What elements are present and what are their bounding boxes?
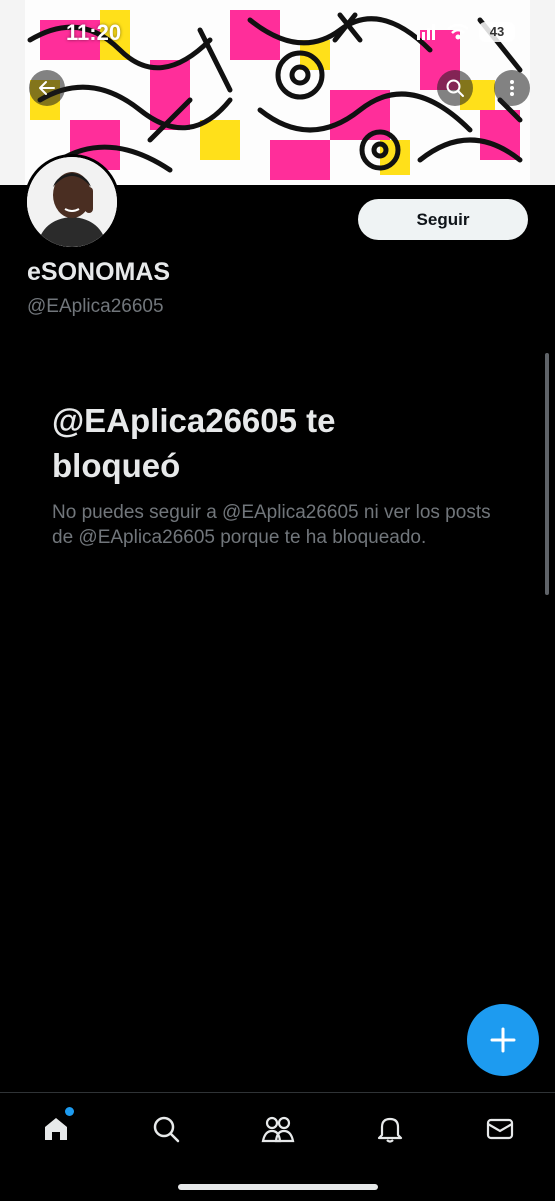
search-icon — [446, 79, 464, 97]
search-icon — [153, 1116, 180, 1143]
scrollbar[interactable] — [545, 353, 549, 595]
status-icons: 43 — [417, 22, 515, 42]
nav-messages[interactable] — [480, 1109, 520, 1149]
communities-icon — [261, 1116, 295, 1143]
compose-post-button[interactable] — [467, 1004, 539, 1076]
home-indicator — [178, 1184, 378, 1190]
nav-home[interactable] — [36, 1107, 76, 1149]
status-time: 11:20 — [66, 20, 122, 45]
avatar[interactable] — [24, 154, 120, 250]
battery-indicator: 43 — [479, 22, 515, 42]
status-bar: 11:20 43 — [0, 0, 555, 62]
unread-dot — [65, 1107, 74, 1116]
wifi-icon — [447, 24, 469, 40]
signal-icon — [417, 24, 435, 40]
arrow-left-icon — [39, 81, 55, 95]
blocked-description: No puedes seguir a @EAplica26605 ni ver … — [52, 502, 491, 548]
mail-icon — [486, 1118, 514, 1140]
more-options-button[interactable] — [494, 70, 530, 106]
follow-button[interactable]: Seguir — [358, 199, 528, 240]
blocked-title: @EAplica26605 te bloqueó — [52, 402, 336, 484]
bell-icon — [377, 1117, 403, 1143]
back-button[interactable] — [29, 70, 65, 106]
avatar-photo — [27, 157, 117, 247]
search-button[interactable] — [437, 70, 473, 106]
profile-handle: @EAplica26605 — [27, 296, 164, 317]
profile-display-name: eSONOMAS — [27, 258, 171, 286]
home-icon — [45, 1118, 67, 1140]
plus-icon — [490, 1027, 516, 1053]
nav-notifications[interactable] — [370, 1109, 410, 1149]
nav-explore[interactable] — [146, 1109, 186, 1149]
nav-communities[interactable] — [258, 1109, 298, 1149]
more-vertical-icon — [510, 80, 514, 96]
